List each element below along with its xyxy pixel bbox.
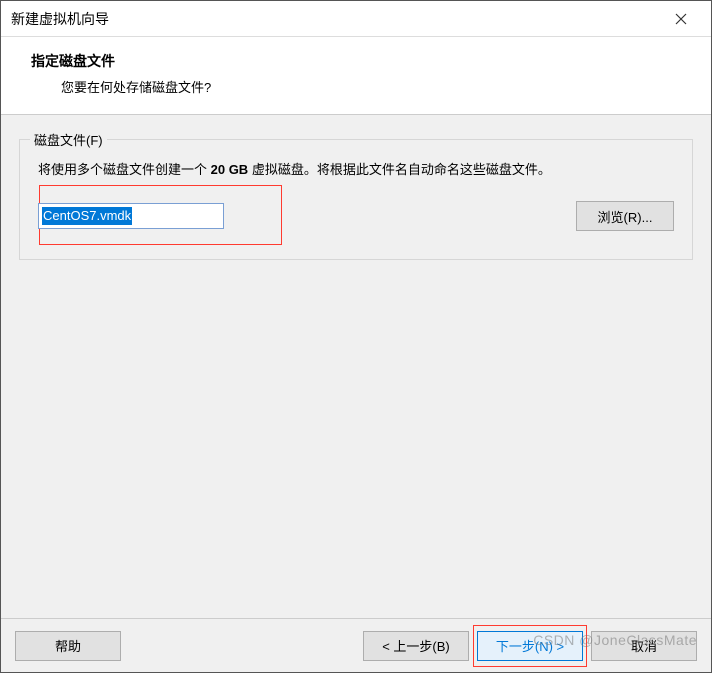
input-wrapper: CentOS7.vmdk: [38, 203, 558, 229]
close-icon[interactable]: [661, 4, 701, 34]
page-title: 指定磁盘文件: [31, 51, 681, 71]
desc-post: 虚拟磁盘。将根据此文件名自动命名这些磁盘文件。: [248, 162, 551, 177]
next-button[interactable]: 下一步(N) >: [477, 631, 583, 661]
wizard-window: 新建虚拟机向导 指定磁盘文件 您要在何处存储磁盘文件? 磁盘文件(F) 将使用多…: [0, 0, 712, 673]
description-text: 将使用多个磁盘文件创建一个 20 GB 虚拟磁盘。将根据此文件名自动命名这些磁盘…: [38, 158, 674, 181]
help-button[interactable]: 帮助: [15, 631, 121, 661]
titlebar: 新建虚拟机向导: [1, 1, 711, 37]
disk-file-input[interactable]: [38, 203, 224, 229]
content-area: 磁盘文件(F) 将使用多个磁盘文件创建一个 20 GB 虚拟磁盘。将根据此文件名…: [1, 115, 711, 618]
back-button[interactable]: < 上一步(B): [363, 631, 469, 661]
input-row: CentOS7.vmdk 浏览(R)...: [38, 201, 674, 231]
wizard-header: 指定磁盘文件 您要在何处存储磁盘文件?: [1, 37, 711, 114]
disk-file-group: 磁盘文件(F) 将使用多个磁盘文件创建一个 20 GB 虚拟磁盘。将根据此文件名…: [19, 139, 693, 260]
group-legend: 磁盘文件(F): [30, 130, 107, 149]
browse-button[interactable]: 浏览(R)...: [576, 201, 674, 231]
next-button-wrapper: 下一步(N) >: [477, 631, 583, 661]
footer: 帮助 < 上一步(B) 下一步(N) > 取消: [1, 618, 711, 672]
desc-pre: 将使用多个磁盘文件创建一个: [38, 162, 211, 177]
window-title: 新建虚拟机向导: [11, 9, 661, 29]
desc-size: 20 GB: [211, 162, 249, 177]
page-subtitle: 您要在何处存储磁盘文件?: [31, 77, 681, 96]
cancel-button[interactable]: 取消: [591, 631, 697, 661]
